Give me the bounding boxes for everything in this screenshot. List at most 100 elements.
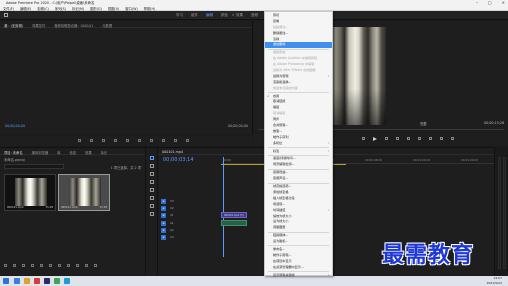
project-item[interactable]: 000101.mp4 15;28	[4, 174, 56, 211]
track-header-a3[interactable]: ⊕ A3	[161, 234, 219, 240]
context-menu-item[interactable]: 场景编辑检测...	[265, 162, 332, 168]
workspace-tab-learn[interactable]: 学习	[176, 13, 183, 18]
icon-view-icon[interactable]	[22, 264, 25, 267]
export-frame-icon[interactable]	[186, 139, 189, 142]
overwrite-icon[interactable]	[174, 139, 177, 142]
tab-metadata[interactable]: 元数据	[102, 23, 112, 28]
close-icon[interactable]: ×	[502, 0, 505, 5]
context-menu-item[interactable]: 设为脱机...	[265, 239, 332, 245]
menu-graphics[interactable]: 图形(G)	[90, 6, 102, 11]
step-back-icon[interactable]	[114, 139, 117, 142]
track-header-a2[interactable]: ⊕ A2	[161, 227, 219, 233]
workspace-tab-editing[interactable]: 编辑	[206, 13, 213, 18]
step-back-icon[interactable]	[362, 137, 365, 140]
audio-clip[interactable]	[221, 220, 247, 226]
start-icon[interactable]	[3, 278, 9, 284]
track-select-tool-icon[interactable]	[150, 164, 154, 168]
go-to-out-icon[interactable]	[396, 137, 399, 140]
mark-out-icon[interactable]	[90, 139, 93, 142]
project-item-selected[interactable]: 000101.mp4 15;28	[58, 174, 110, 211]
sort-icon[interactable]	[49, 264, 52, 267]
slip-tool-icon[interactable]	[150, 188, 154, 192]
play-icon[interactable]	[126, 139, 129, 142]
workspace-tab-assembly[interactable]: 组件	[191, 13, 198, 18]
lift-icon[interactable]	[407, 137, 410, 140]
step-forward-icon[interactable]	[138, 139, 141, 142]
write-protect-icon[interactable]	[4, 264, 7, 267]
context-menu-item[interactable]: 调整图层	[265, 225, 332, 231]
project-search-input[interactable]	[4, 164, 64, 169]
freeform-view-icon[interactable]	[31, 264, 34, 267]
menu-sequence[interactable]: 序列(S)	[55, 6, 66, 11]
automate-to-sequence-icon[interactable]	[58, 264, 61, 267]
menu-edit[interactable]: 编辑(E)	[20, 6, 31, 11]
find-icon[interactable]	[67, 264, 70, 267]
home-icon[interactable]	[4, 13, 8, 17]
context-menu-item[interactable]: 在资源管理器中显示...	[265, 265, 332, 271]
insert-icon[interactable]	[162, 139, 165, 142]
context-menu-item[interactable]: 标签	[265, 149, 332, 155]
new-item-icon[interactable]	[85, 264, 88, 267]
system-clock[interactable]: 14:07 2021/5/22	[487, 276, 502, 286]
type-tool-icon[interactable]	[150, 212, 154, 216]
menu-view[interactable]: 视图(V)	[108, 6, 119, 11]
selection-tool-icon[interactable]	[150, 156, 154, 160]
new-bin-icon[interactable]	[76, 264, 79, 267]
context-menu-item[interactable]: 波纹删除	[265, 42, 332, 49]
tab-sequence[interactable]: 000101.mp4	[162, 150, 183, 154]
timeline-playhead[interactable]	[223, 157, 224, 257]
ripple-edit-tool-icon[interactable]	[150, 172, 154, 176]
app-icon[interactable]	[34, 278, 40, 284]
export-frame-icon[interactable]	[429, 137, 432, 140]
more-workspaces-icon[interactable]: »	[232, 12, 234, 17]
list-view-icon[interactable]	[13, 264, 16, 267]
app-icon[interactable]	[14, 278, 20, 284]
pen-tool-icon[interactable]	[150, 196, 154, 200]
menu-help[interactable]: 帮助(H)	[144, 6, 156, 11]
app-icon[interactable]	[54, 278, 60, 284]
tab-audio-clip-mixer[interactable]: 音频剪辑混合器：000101	[54, 23, 93, 28]
tab-source[interactable]: 源：(无剪辑)	[4, 23, 23, 28]
track-header-v1[interactable]: ⊕ V1	[161, 212, 219, 218]
extract-icon[interactable]	[418, 137, 421, 140]
maximize-icon[interactable]: □	[488, 0, 492, 5]
tab-markers[interactable]: 标记	[101, 150, 108, 155]
menu-file[interactable]: 文件(F)	[3, 6, 14, 11]
tab-project[interactable]: 项目: 未命名	[4, 150, 23, 155]
tab-info[interactable]: 信息	[69, 150, 76, 155]
menu-marker[interactable]: 标记(M)	[72, 6, 84, 11]
tab-libraries[interactable]: 库	[57, 150, 60, 155]
trash-icon[interactable]	[94, 264, 97, 267]
timeline-timecode[interactable]: 00;00;03;14	[163, 157, 194, 163]
context-menu-item[interactable]: 音频声道...	[265, 176, 332, 182]
go-to-out-icon[interactable]	[150, 139, 153, 142]
settings-icon[interactable]	[451, 137, 454, 140]
play-icon[interactable]	[373, 137, 377, 141]
zoom-fit-select[interactable]: 完整	[420, 121, 427, 126]
workspace-tab-audio[interactable]: 音频	[251, 13, 258, 18]
menu-window[interactable]: 窗口(W)	[125, 6, 137, 11]
context-menu-item[interactable]: 显示剪辑关键帧	[265, 273, 332, 279]
track-header-v2[interactable]: ⊕ V2	[161, 205, 219, 211]
browser-icon[interactable]	[64, 278, 70, 284]
track-header-v3[interactable]: ⊕ V3	[161, 198, 219, 204]
folder-icon[interactable]	[24, 278, 30, 284]
minimize-icon[interactable]: –	[476, 0, 478, 5]
zoom-slider[interactable]	[40, 264, 43, 267]
go-to-in-icon[interactable]	[102, 139, 105, 142]
workspace-tab-color[interactable]: 颜色	[221, 13, 228, 18]
comparison-view-icon[interactable]	[440, 137, 443, 140]
source-timecode[interactable]: 00;00;00;00	[5, 124, 25, 128]
razor-tool-icon[interactable]	[150, 180, 154, 184]
tab-effect-controls[interactable]: 效果控件	[32, 23, 45, 28]
tab-effects[interactable]: 效果	[85, 150, 92, 155]
workspace-tab-effects[interactable]: 效果	[236, 13, 243, 18]
premiere-icon[interactable]	[44, 278, 50, 284]
tab-media-browser[interactable]: 媒体浏览器	[32, 150, 48, 155]
context-menu-item[interactable]: 多机位	[265, 141, 332, 147]
track-header-a1[interactable]: ⊕ A1	[161, 220, 219, 226]
video-clip[interactable]: 000101.mp4 [V]	[221, 212, 247, 218]
mark-in-icon[interactable]	[78, 139, 81, 142]
hand-tool-icon[interactable]	[150, 204, 154, 208]
menu-clip[interactable]: 剪辑(C)	[37, 6, 48, 11]
